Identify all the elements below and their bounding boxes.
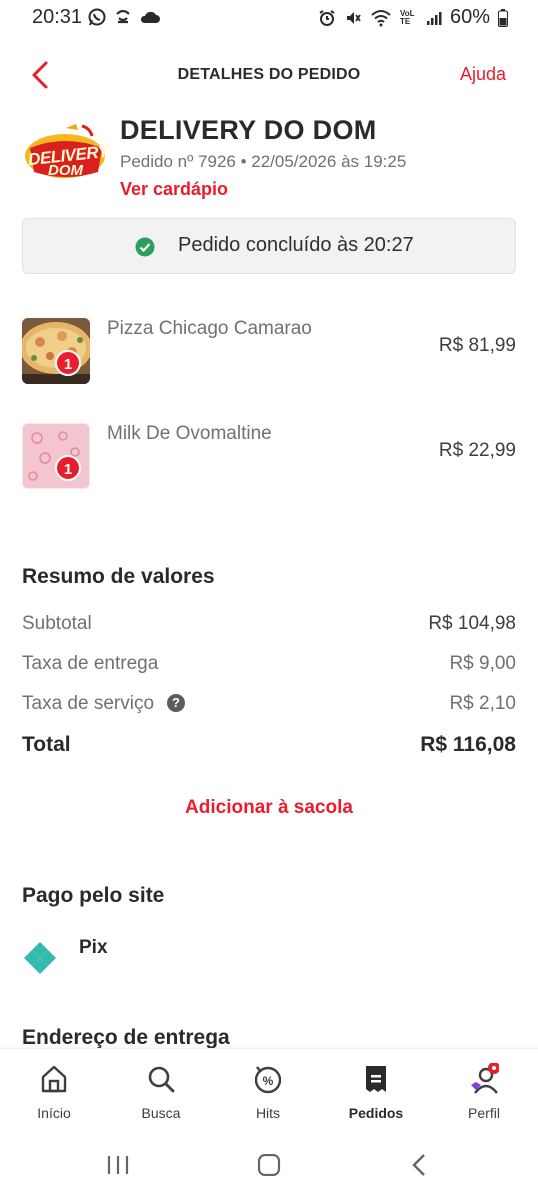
status-time: 20:31 <box>32 6 83 28</box>
back-button-icon[interactable] <box>409 1153 429 1177</box>
item-name: Milk De Ovomaltine <box>107 423 272 444</box>
nav-label: Pedidos <box>348 1105 404 1121</box>
alarm-icon <box>319 9 335 26</box>
system-nav-bar <box>0 1130 538 1199</box>
nav-label: Perfil <box>468 1105 500 1121</box>
info-icon[interactable]: ? <box>167 694 185 712</box>
nav-label: Início <box>37 1105 71 1121</box>
mute-icon <box>346 11 361 24</box>
recent-apps-icon[interactable] <box>106 1154 130 1176</box>
nav-label: Hits <box>255 1105 281 1121</box>
add-to-bag-button[interactable]: Adicionar à sacola <box>0 797 538 819</box>
payment-title: Pago pelo site <box>22 884 165 907</box>
nav-item-busca[interactable]: Busca <box>116 1049 206 1129</box>
item-name: Pizza Chicago Camarao <box>107 318 312 339</box>
order-item: 1 Milk De Ovomaltine R$ 22,99 <box>0 415 538 495</box>
service-fee-value: R$ 2,10 <box>449 693 516 714</box>
address-title: Endereço de entrega <box>22 1026 230 1049</box>
home-button-icon[interactable] <box>257 1154 281 1176</box>
view-menu-link[interactable]: Ver cardápio <box>120 179 228 200</box>
order-item: 1 Pizza Chicago Camarao R$ 81,99 <box>0 310 538 390</box>
nav-item-hits[interactable]: % Hits <box>223 1049 313 1129</box>
nav-item-pedidos[interactable]: Pedidos <box>331 1049 421 1129</box>
search-icon <box>148 1066 175 1093</box>
help-link[interactable]: Ajuda <box>460 64 506 85</box>
item-price: R$ 81,99 <box>438 335 516 356</box>
svg-text:%: % <box>263 1074 274 1088</box>
item-qty-badge: 1 <box>55 350 81 376</box>
logo-text-dom: DOM <box>48 162 83 179</box>
delivery-fee-value: R$ 9,00 <box>449 653 516 674</box>
profile-icon <box>471 1063 499 1094</box>
service-fee-label: Taxa de serviço <box>22 693 155 714</box>
page-title: DETALHES DO PEDIDO <box>177 66 361 83</box>
whatsapp-icon <box>88 8 106 26</box>
bottom-nav: Início Busca % Hits Pedidos Perfil <box>0 1048 538 1128</box>
item-price: R$ 22,99 <box>438 440 516 461</box>
cloud-icon <box>140 11 160 23</box>
delivery-fee-label: Taxa de entrega <box>22 653 159 674</box>
wifi-icon <box>371 9 391 26</box>
signal-icon <box>426 11 442 25</box>
item-qty-badge: 1 <box>55 455 81 481</box>
total-label: Total <box>22 733 71 756</box>
summary-title: Resumo de valores <box>22 565 215 588</box>
nav-item-perfil[interactable]: Perfil <box>439 1049 529 1129</box>
subtotal-label: Subtotal <box>22 613 92 634</box>
total-value: R$ 116,08 <box>420 733 516 756</box>
check-circle-icon <box>135 237 155 257</box>
hits-icon: % <box>254 1066 282 1094</box>
orders-icon <box>366 1066 386 1092</box>
payment-method: Pix <box>79 937 108 958</box>
store-logo: DELIVERY DOM <box>22 122 109 186</box>
status-bar: 20:31 VoLTE 60% <box>0 0 538 36</box>
order-status-text: Pedido concluído às 20:27 <box>178 234 414 256</box>
nav-label: Busca <box>141 1105 181 1121</box>
milkshake-image <box>22 423 90 489</box>
status-left-icons <box>88 8 160 26</box>
app-notification-icon <box>116 9 130 24</box>
subtotal-value: R$ 104,98 <box>428 613 516 634</box>
order-meta: Pedido nº 7926 • 22/05/2026 às 19:25 <box>120 152 407 171</box>
volte-icon: VoLTE <box>399 8 415 26</box>
home-icon <box>41 1065 67 1093</box>
status-right-icons: VoLTE 60% <box>318 6 508 29</box>
battery-percent: 60% <box>449 6 490 28</box>
store-name: DELIVERY DO DOM <box>120 115 377 145</box>
pix-icon <box>24 942 56 974</box>
battery-icon <box>498 8 508 27</box>
pizza-image <box>22 318 90 384</box>
nav-item-inicio[interactable]: Início <box>9 1049 99 1129</box>
order-status-banner: Pedido concluído às 20:27 <box>22 218 516 274</box>
